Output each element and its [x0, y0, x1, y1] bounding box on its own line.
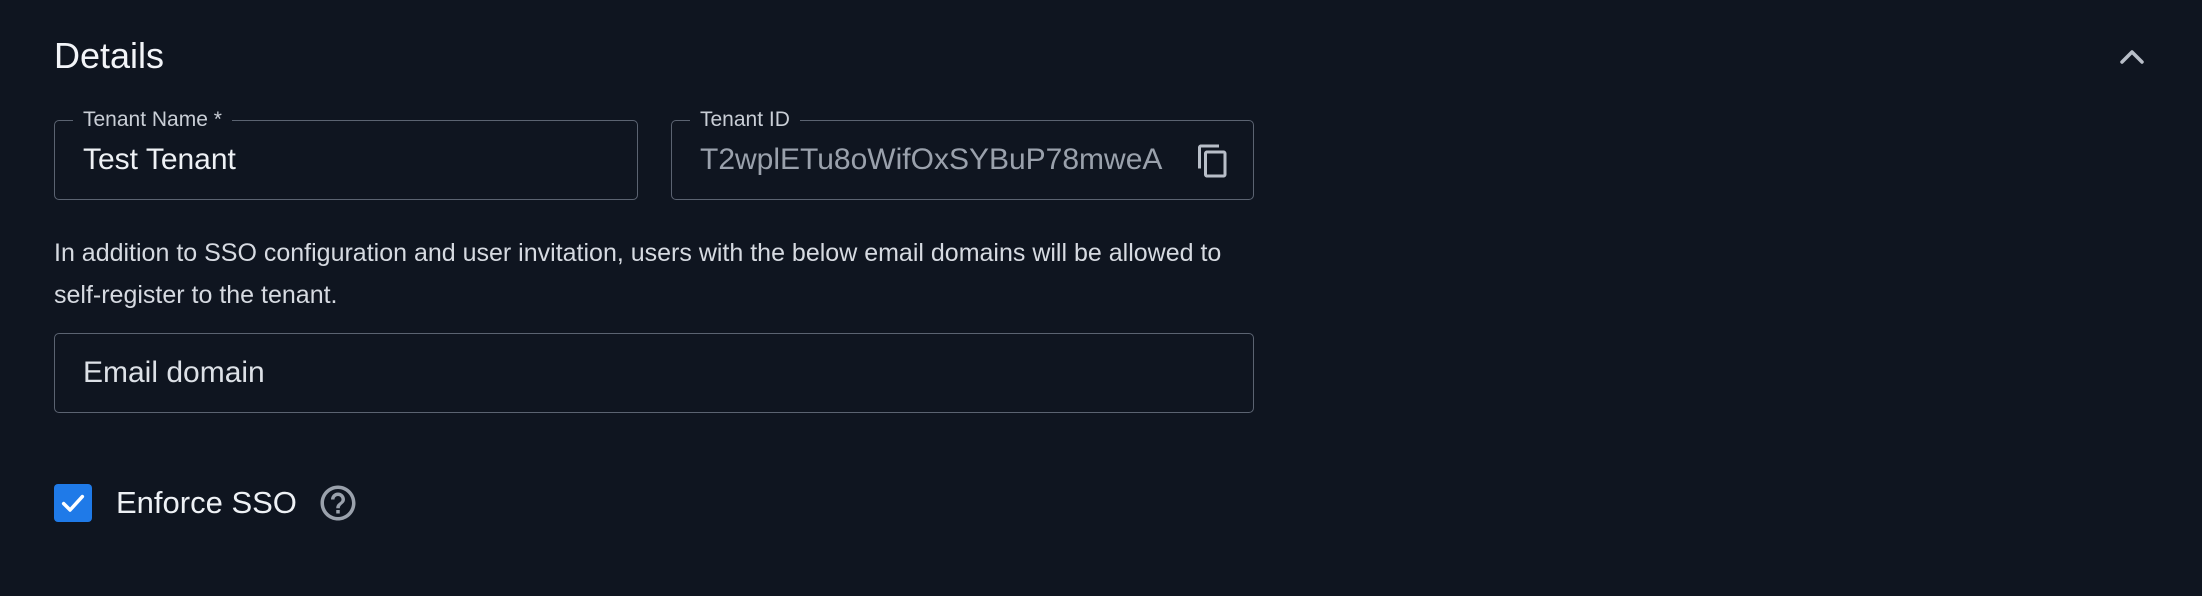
enforce-sso-label: Enforce SSO [116, 485, 297, 520]
collapse-button[interactable] [2110, 36, 2154, 76]
checkmark-icon [61, 494, 85, 512]
tenant-id-field: Tenant ID [671, 107, 1254, 200]
copy-tenant-id-button[interactable] [1191, 139, 1235, 183]
question-circle-icon [320, 485, 356, 521]
tenant-id-input[interactable] [700, 121, 1165, 199]
tenant-name-field: Tenant Name * [54, 107, 638, 200]
enforce-sso-row: Enforce SSO [54, 478, 359, 528]
copy-icon [1198, 144, 1227, 178]
chevron-up-icon [2120, 50, 2144, 64]
enforce-sso-help-button[interactable] [317, 482, 359, 524]
details-panel: Details Tenant Name * Tenant ID In addit… [0, 0, 2202, 596]
section-title: Details [54, 35, 165, 76]
enforce-sso-checkbox[interactable] [54, 484, 92, 522]
tenant-name-input[interactable] [83, 121, 609, 199]
email-domain-input[interactable] [83, 334, 1225, 412]
email-domain-help-text: In addition to SSO configuration and use… [54, 239, 1222, 309]
email-domain-field [54, 333, 1254, 413]
